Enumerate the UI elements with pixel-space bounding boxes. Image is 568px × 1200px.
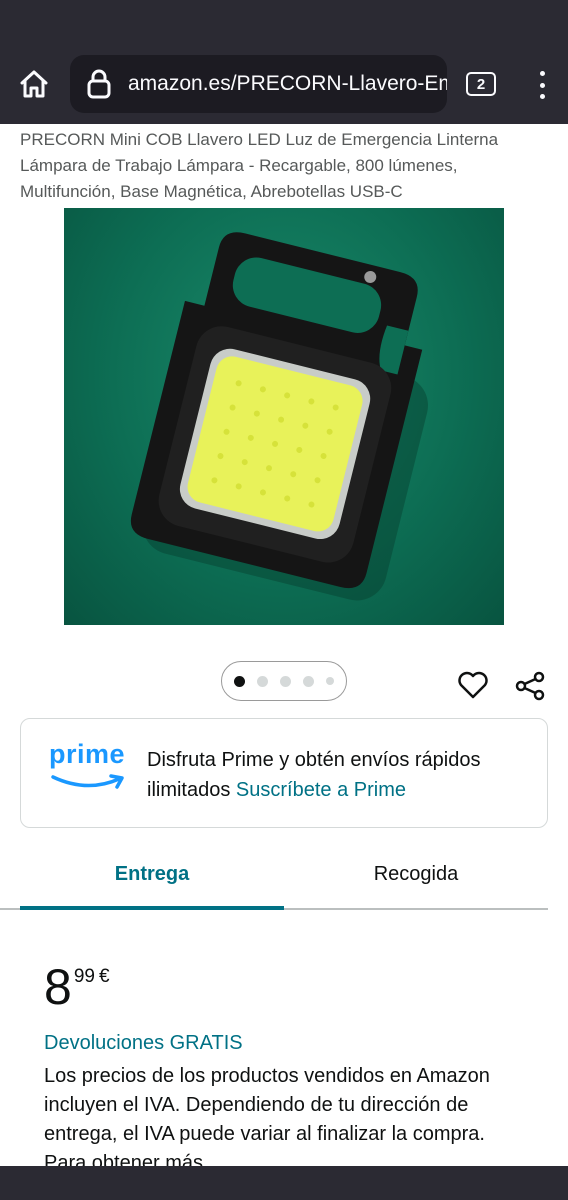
image-carousel-indicator[interactable] — [221, 661, 347, 701]
prime-logo-text: prime — [49, 739, 126, 769]
browser-toolbar: amazon.es/PRECORN-Llavero-Emergencia 2 — [0, 44, 568, 124]
prime-smile-icon — [51, 774, 124, 789]
keychain-light-illustration — [130, 232, 428, 601]
system-nav-bar — [0, 1166, 568, 1200]
carousel-dot[interactable] — [280, 675, 291, 687]
product-title[interactable]: PRECORN Mini COB Llavero LED Luz de Emer… — [20, 127, 550, 205]
product-image[interactable] — [64, 208, 504, 625]
menu-icon[interactable] — [530, 68, 554, 102]
heart-icon — [458, 671, 488, 699]
price: 8 99 € — [44, 958, 110, 1016]
url-bar[interactable]: amazon.es/PRECORN-Llavero-Emergencia — [70, 55, 447, 113]
selected-tab-indicator — [20, 906, 284, 910]
tab-recogida[interactable]: Recogida — [284, 860, 548, 910]
prime-promo-text: Disfruta Prime y obtén envíos rápidos il… — [147, 745, 537, 805]
carousel-dot[interactable] — [234, 675, 245, 687]
share-icon — [515, 671, 545, 701]
tab-entrega[interactable]: Entrega — [20, 860, 284, 910]
prime-promo-card[interactable]: prime Disfruta Prime y obtén envíos rápi… — [20, 718, 548, 828]
lock-icon[interactable] — [84, 67, 114, 101]
prime-subscribe-link[interactable]: Suscríbete a Prime — [236, 779, 406, 801]
carousel-dot[interactable] — [303, 675, 314, 687]
url-text[interactable]: amazon.es/PRECORN-Llavero-Emergencia — [128, 72, 447, 96]
price-whole: 8 — [44, 959, 72, 1015]
tabs-counter-button[interactable]: 2 — [466, 72, 496, 96]
home-icon — [20, 70, 48, 98]
prime-logo: prime — [49, 739, 129, 793]
share-button[interactable] — [514, 670, 546, 702]
price-fraction: 99 — [73, 966, 95, 987]
home-button[interactable] — [14, 64, 54, 104]
free-returns-link[interactable]: Devoluciones GRATIS — [44, 1032, 243, 1055]
price-currency: € — [98, 966, 110, 987]
carousel-dot[interactable] — [326, 677, 334, 685]
status-bar — [0, 0, 568, 44]
vat-note: Los precios de los productos vendidos en… — [44, 1065, 490, 1166]
carousel-dot[interactable] — [257, 675, 268, 687]
wishlist-button[interactable] — [456, 668, 490, 702]
